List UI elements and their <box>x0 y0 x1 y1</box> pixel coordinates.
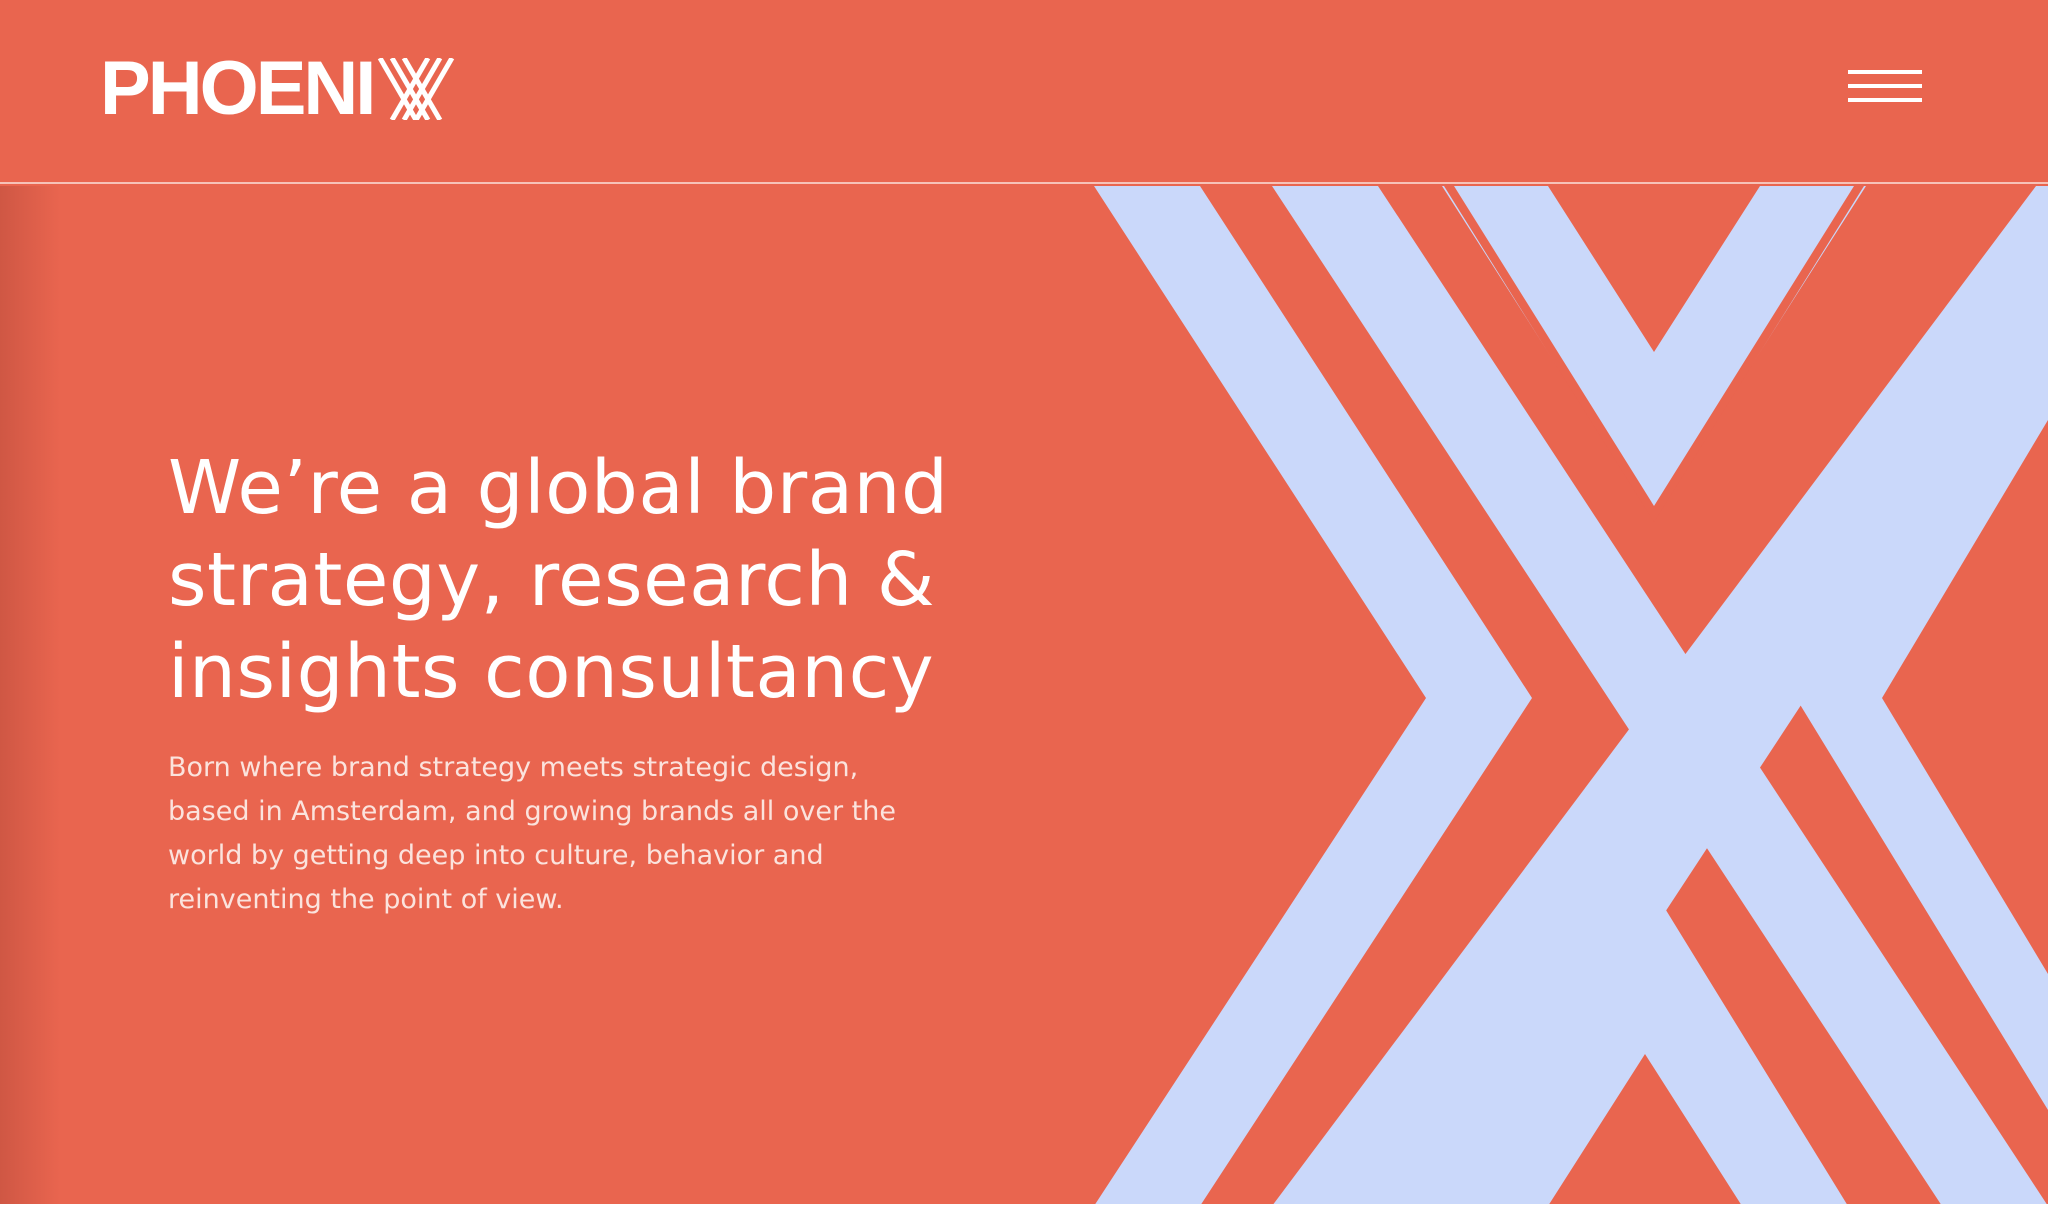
hero-title: We’re a global brand strategy, research … <box>168 445 949 715</box>
hero-section: We’re a global brand strategy, research … <box>0 186 2048 1206</box>
page: PHOENI We’re a global brand strategy, re… <box>0 0 2048 1208</box>
hamburger-menu-icon <box>1848 84 1922 88</box>
site-header: PHOENI <box>0 0 2048 184</box>
logo-x-mark-icon <box>377 58 455 120</box>
large-x-chevron-graphic <box>1094 186 2048 1206</box>
bottom-divider <box>0 1204 2048 1208</box>
hamburger-menu-icon <box>1848 98 1922 102</box>
logo-wordmark: PHOENI <box>100 46 376 131</box>
hamburger-menu-icon <box>1848 70 1922 74</box>
phoenix-logo[interactable]: PHOENI <box>100 46 460 131</box>
menu-button[interactable] <box>1846 64 1926 114</box>
hero-description: Born where brand strategy meets strategi… <box>168 752 896 915</box>
